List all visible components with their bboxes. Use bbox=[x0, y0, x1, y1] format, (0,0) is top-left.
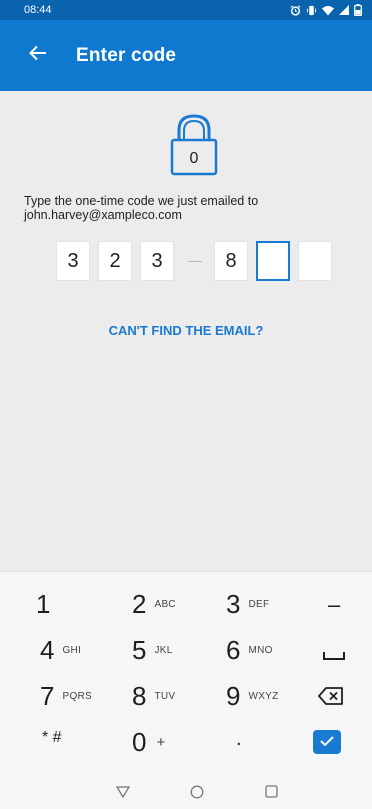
code-digit-5[interactable] bbox=[256, 241, 290, 281]
key-8[interactable]: 8 TUV bbox=[132, 674, 175, 718]
key-8-num: 8 bbox=[132, 680, 147, 711]
key-0[interactable]: 0 + bbox=[132, 720, 166, 764]
back-arrow-icon bbox=[29, 45, 47, 66]
key-6-letters: MNO bbox=[248, 644, 273, 656]
nav-back-icon bbox=[115, 785, 131, 803]
key-3-letters: DEF bbox=[248, 598, 270, 610]
key-5-num: 5 bbox=[132, 634, 147, 665]
key-1[interactable]: 1 bbox=[36, 582, 50, 626]
alarm-icon bbox=[290, 4, 301, 16]
key-2-letters: ABC bbox=[154, 598, 176, 610]
status-time: 08:44 bbox=[24, 4, 52, 16]
system-nav-bar bbox=[0, 777, 372, 809]
key-8-letters: TUV bbox=[154, 690, 176, 702]
key-4-letters: GHI bbox=[62, 644, 82, 656]
nav-home-button[interactable] bbox=[186, 783, 208, 805]
key-6-num: 6 bbox=[226, 634, 241, 665]
code-separator bbox=[188, 260, 202, 262]
key-5[interactable]: 5 JKL bbox=[132, 628, 173, 672]
code-digit-4[interactable]: 8 bbox=[214, 241, 248, 281]
back-button[interactable] bbox=[16, 34, 60, 78]
email-address: john.harvey@xampleco.com bbox=[24, 208, 182, 222]
checkmark-icon bbox=[320, 733, 334, 751]
backspace-icon bbox=[318, 687, 344, 709]
nav-recents-button[interactable] bbox=[260, 783, 282, 805]
key-dot[interactable]: . bbox=[236, 728, 242, 751]
key-3[interactable]: 3 DEF bbox=[226, 582, 269, 626]
key-star-hash[interactable]: * # bbox=[42, 729, 62, 747]
code-input-row: 3 2 3 8 bbox=[56, 241, 340, 281]
main-content: 0 Type the one-time code we just emailed… bbox=[0, 91, 372, 571]
key-0-num: 0 bbox=[132, 726, 147, 757]
page-title: Enter code bbox=[76, 44, 177, 66]
numeric-keypad: 1 2 ABC 3 DEF – 4 GHI 5 JKL 6 MNO 7 PQRS… bbox=[0, 571, 372, 809]
vibrate-icon bbox=[306, 5, 317, 16]
key-4-num: 4 bbox=[40, 634, 55, 665]
nav-home-icon bbox=[190, 785, 204, 804]
code-digit-2[interactable]: 2 bbox=[98, 241, 132, 281]
app-bar: Enter code bbox=[0, 20, 372, 91]
nav-recents-icon bbox=[264, 785, 278, 803]
signal-icon bbox=[339, 5, 349, 15]
key-7-letters: PQRS bbox=[62, 690, 93, 702]
code-digit-6[interactable] bbox=[298, 241, 332, 281]
space-icon bbox=[322, 646, 346, 665]
key-4[interactable]: 4 GHI bbox=[40, 628, 81, 672]
key-space[interactable] bbox=[322, 646, 346, 666]
status-bar: 08:44 bbox=[0, 0, 372, 20]
wifi-icon bbox=[322, 5, 334, 16]
done-button[interactable] bbox=[313, 730, 341, 754]
key-2[interactable]: 2 ABC bbox=[132, 582, 176, 626]
lock-digit: 0 bbox=[190, 150, 199, 167]
key-2-num: 2 bbox=[132, 588, 147, 619]
status-icons bbox=[290, 4, 362, 16]
battery-icon bbox=[354, 4, 362, 16]
code-digit-3[interactable]: 3 bbox=[140, 241, 174, 281]
key-0-plus: + bbox=[156, 733, 166, 751]
key-minus[interactable]: – bbox=[328, 592, 340, 618]
lock-icon: 0 bbox=[167, 110, 221, 183]
key-1-num: 1 bbox=[36, 588, 51, 619]
key-9-letters: WXYZ bbox=[248, 690, 279, 702]
cant-find-email-link[interactable]: CAN'T FIND THE EMAIL? bbox=[0, 323, 372, 338]
key-6[interactable]: 6 MNO bbox=[226, 628, 273, 672]
nav-back-button[interactable] bbox=[112, 783, 134, 805]
key-3-num: 3 bbox=[226, 588, 241, 619]
key-9[interactable]: 9 WXYZ bbox=[226, 674, 279, 718]
key-9-num: 9 bbox=[226, 680, 241, 711]
instruction-line: Type the one-time code we just emailed t… bbox=[24, 194, 259, 208]
code-digit-1[interactable]: 3 bbox=[56, 241, 90, 281]
key-7[interactable]: 7 PQRS bbox=[40, 674, 92, 718]
key-backspace[interactable] bbox=[318, 687, 344, 710]
key-5-letters: JKL bbox=[154, 644, 173, 656]
instruction-text: Type the one-time code we just emailed t… bbox=[24, 194, 354, 222]
key-7-num: 7 bbox=[40, 680, 55, 711]
